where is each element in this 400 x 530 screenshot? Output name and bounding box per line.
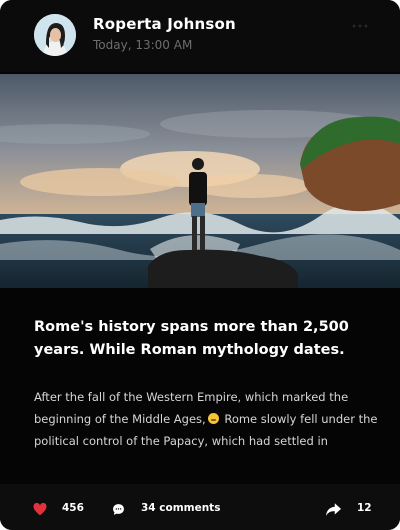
share-count: 12 bbox=[357, 502, 372, 514]
emoji-icon bbox=[207, 413, 219, 424]
comment-icon[interactable] bbox=[112, 501, 125, 520]
like-count: 456 bbox=[62, 502, 84, 514]
author-name[interactable]: Roperta Johnson bbox=[93, 15, 236, 33]
more-icon[interactable] bbox=[352, 18, 368, 32]
post-timestamp: Today, 13:00 AM bbox=[93, 38, 193, 52]
share-icon[interactable] bbox=[326, 501, 341, 520]
post-image[interactable] bbox=[0, 74, 400, 288]
post-header: Roperta Johnson Today, 13:00 AM bbox=[0, 0, 400, 72]
avatar[interactable] bbox=[34, 14, 76, 56]
post-card: Roperta Johnson Today, 13:00 AM Rome's h… bbox=[0, 0, 400, 530]
comment-count[interactable]: 34 comments bbox=[141, 502, 220, 514]
heart-icon[interactable] bbox=[33, 501, 47, 520]
post-body: After the fall of the Western Empire, wh… bbox=[34, 386, 379, 452]
post-title: Rome's history spans more than 2,500 yea… bbox=[34, 319, 349, 358]
